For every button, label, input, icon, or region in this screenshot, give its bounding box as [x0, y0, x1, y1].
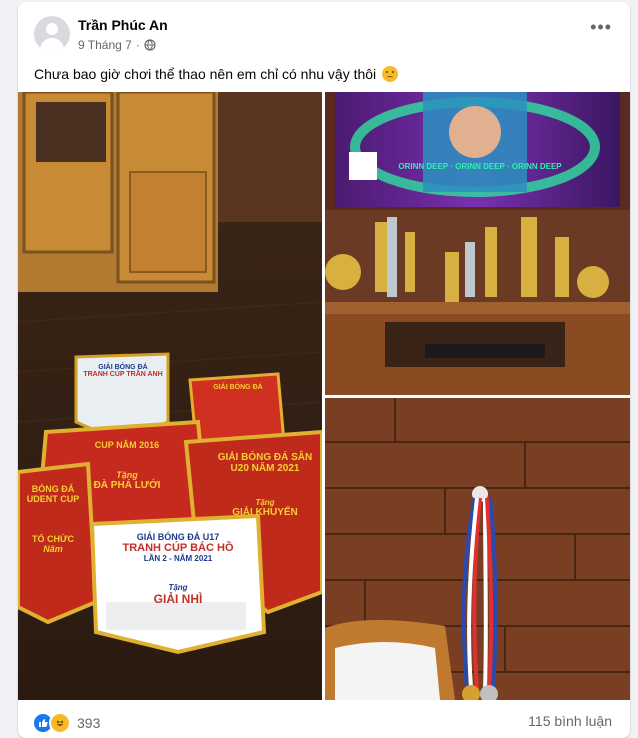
post-footer: 393 115 bình luận: [18, 702, 630, 738]
haha-icon: [49, 712, 71, 734]
banner-5-line1: BÓNG ĐÁ: [31, 484, 75, 494]
post-card: Trần Phúc An 9 Tháng 7 · ••• Chưa bao gi…: [18, 2, 630, 738]
banner-3-line2: NĂM 2016: [116, 440, 160, 450]
banner-6-line3: LẦN 2 - NĂM 2021: [143, 554, 213, 563]
banner-3-line3: Tặng: [116, 470, 138, 480]
banner-4-line2: U20 NĂM 2021: [230, 463, 300, 474]
tv-screen-text: ORINN DEEP · ORINN DEEP · ORINN DEEP: [398, 162, 562, 171]
banner-5-line2: UDENT CUP: [26, 494, 80, 504]
banner-6-text: GIẢI BÓNG ĐÁ U17 TRANH CÚP BÁC HỒ LẦN 2 …: [98, 532, 258, 606]
avatar[interactable]: [34, 16, 70, 52]
post-date[interactable]: 9 Tháng 7: [78, 38, 132, 52]
banner-6-line4: Tặng: [168, 583, 188, 592]
globe-icon[interactable]: [144, 39, 156, 51]
reactions-summary[interactable]: 393: [32, 712, 100, 734]
post-meta: 9 Tháng 7 ·: [78, 38, 156, 52]
banner-2-text: GIẢI BÓNG ĐÁ: [198, 384, 278, 391]
banner-1-line2: TRANH CÚP TRẦN ANH: [83, 371, 163, 378]
author-name[interactable]: Trần Phúc An: [78, 17, 168, 33]
photo-medals[interactable]: [325, 398, 630, 700]
banner-5-text: BÓNG ĐÁ UDENT CUP TỔ CHỨC Năm: [18, 484, 88, 554]
banner-5-line3: TỔ CHỨC: [32, 534, 74, 544]
banner-4-text: GIẢI BÓNG ĐÁ SÂN U20 NĂM 2021 Tặng GIẢI …: [208, 452, 322, 518]
banner-4-line4: GIẢI KHUYẾN: [232, 507, 298, 518]
banner-6-line2: TRANH CÚP BÁC HỒ: [122, 542, 234, 554]
banner-2-line1: GIẢI BÓNG ĐÁ: [213, 384, 263, 391]
post-text: Chưa bao giờ chơi thể thao nên em chỉ có…: [34, 66, 377, 82]
banner-1-text: GIẢI BÓNG ĐÁ TRANH CÚP TRẦN ANH: [80, 364, 166, 378]
comments-count[interactable]: 115 bình luận: [528, 713, 612, 729]
confounded-face-emoji: [382, 66, 399, 82]
avatar-head-icon: [46, 23, 58, 35]
photo-banners-art: [18, 92, 322, 700]
avatar-body-icon: [40, 38, 64, 52]
banner-6-line5: GIẢI NHÌ: [153, 592, 203, 606]
more-options-icon[interactable]: •••: [590, 18, 612, 36]
banner-1-line1: GIẢI BÓNG ĐÁ: [98, 364, 148, 371]
photo-trophies-art: [325, 92, 630, 395]
reaction-count: 393: [77, 715, 101, 731]
photo-medals-art: [325, 398, 630, 700]
banner-6-line1: GIẢI BÓNG ĐÁ U17: [136, 532, 220, 542]
post-text-container: Chưa bao giờ chơi thể thao nên em chỉ có…: [34, 66, 399, 82]
banner-4-line3: Tặng: [255, 498, 275, 507]
banner-4-line1: GIẢI BÓNG ĐÁ SÂN: [217, 452, 313, 463]
meta-separator: ·: [135, 38, 140, 52]
photo-banners[interactable]: GIẢI BÓNG ĐÁ TRANH CÚP TRẦN ANH GIẢI BÓN…: [18, 92, 322, 700]
banner-3-line1: CUP: [94, 440, 114, 450]
photo-trophies[interactable]: ORINN DEEP · ORINN DEEP · ORINN DEEP: [325, 92, 630, 395]
banner-5-line4: Năm: [43, 544, 63, 554]
